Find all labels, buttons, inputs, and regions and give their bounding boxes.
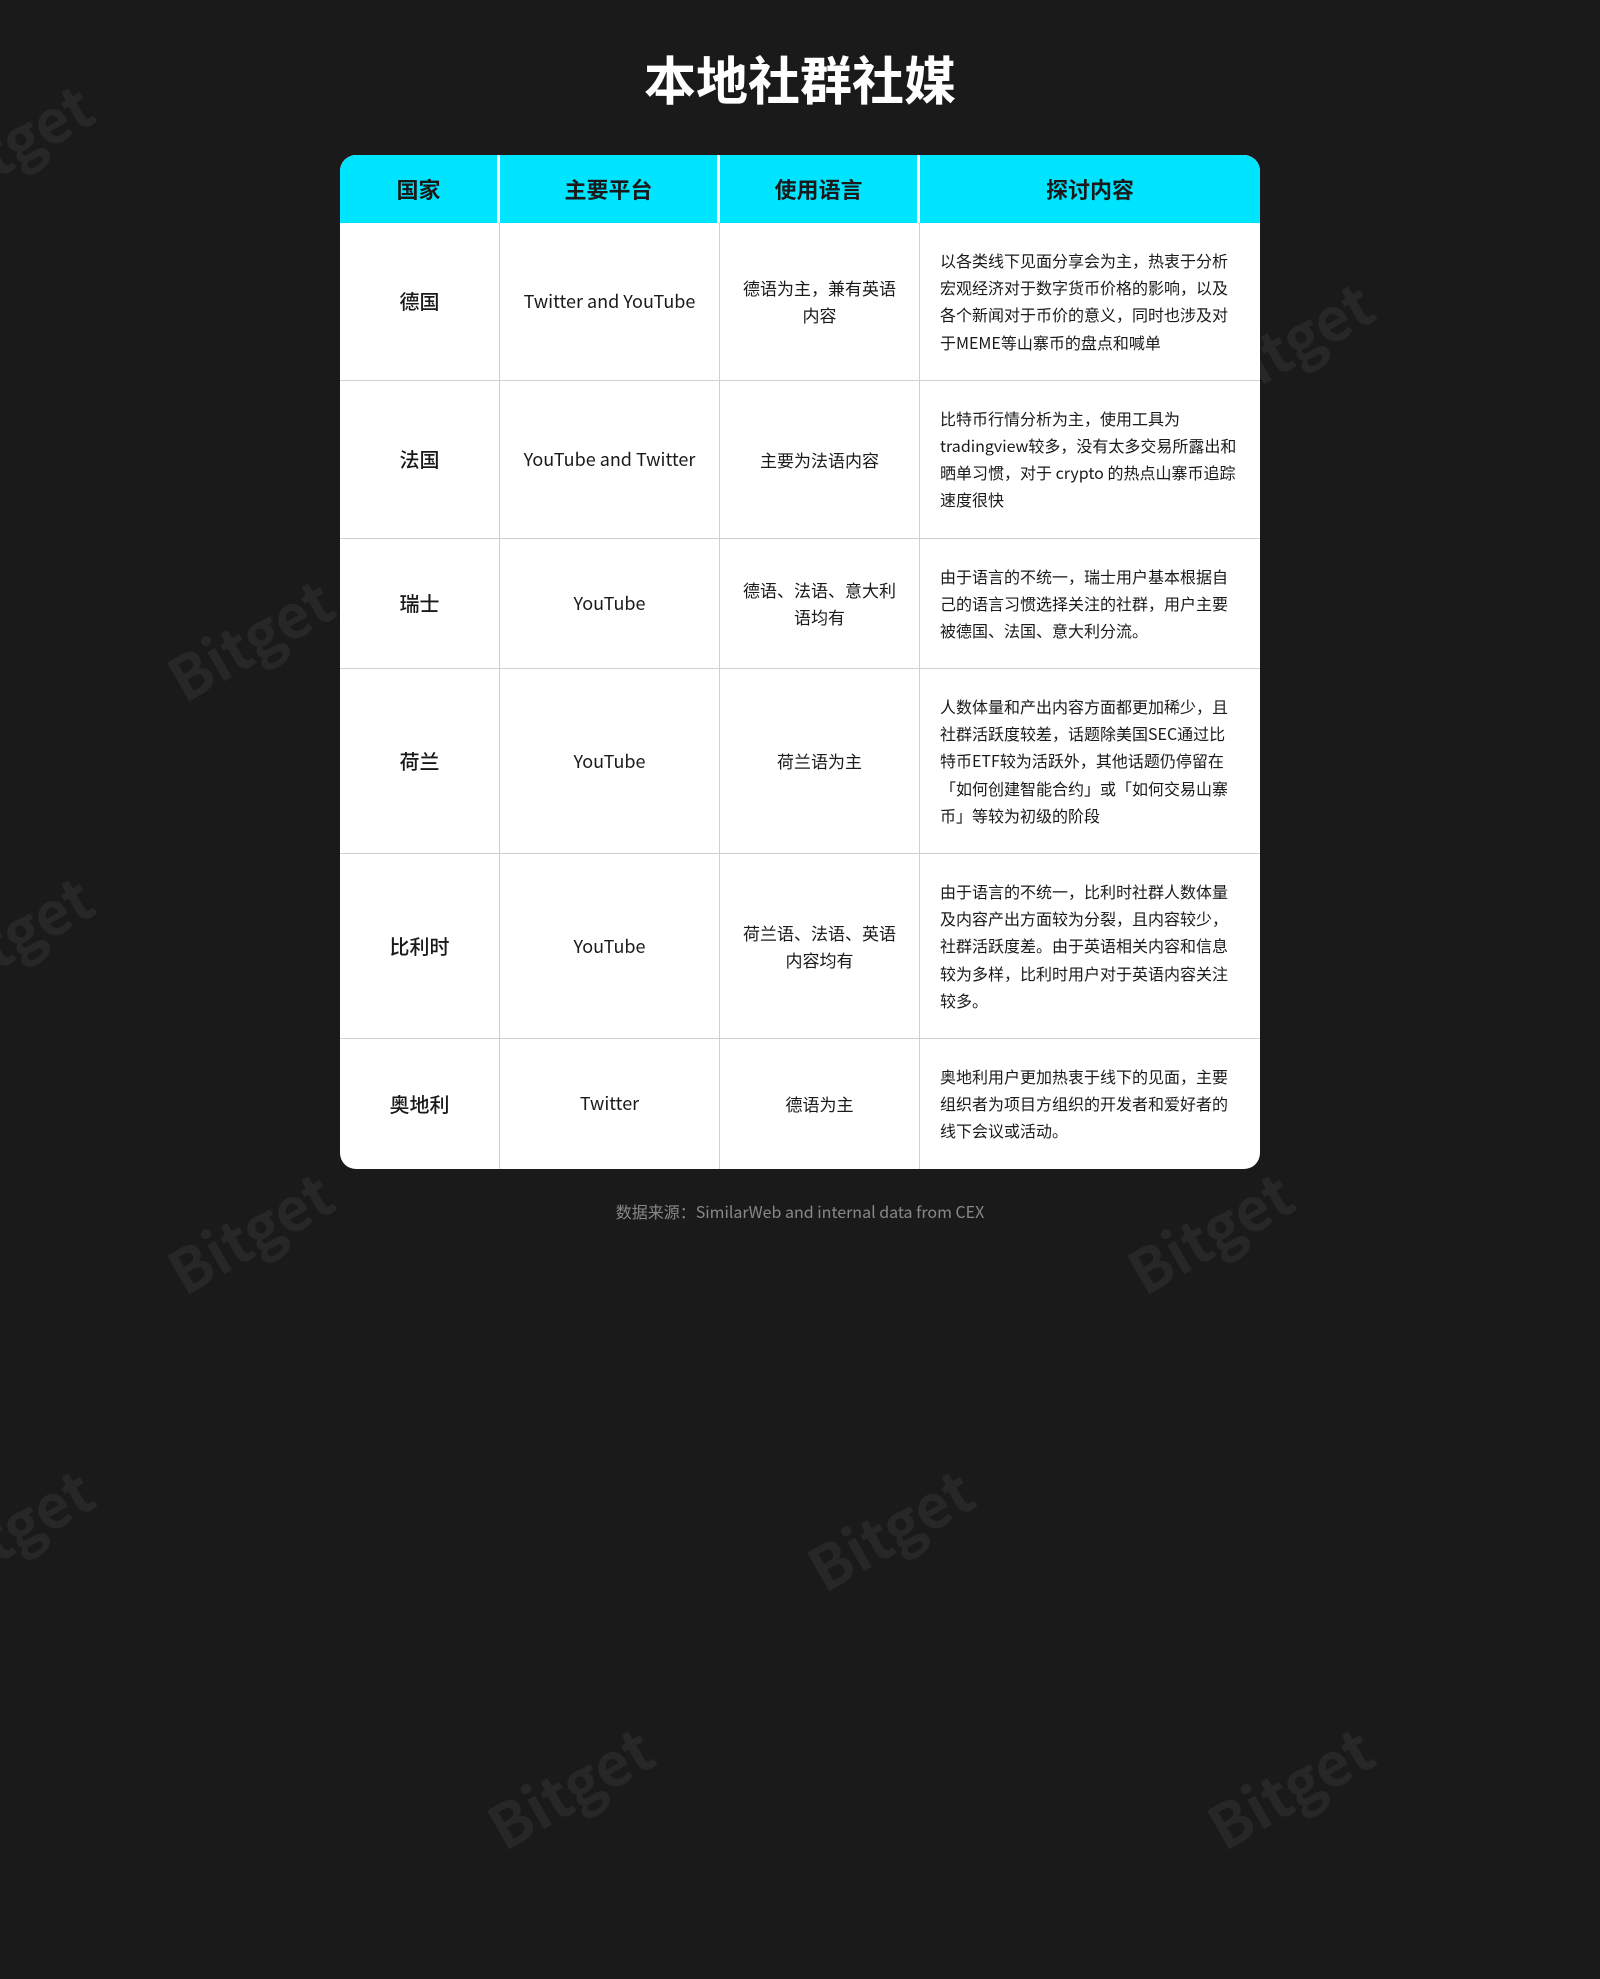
cell-country: 德国	[340, 223, 500, 380]
cell-platform: Twitter and YouTube	[500, 223, 720, 380]
cell-country: 瑞士	[340, 539, 500, 669]
cell-content: 以各类线下见面分享会为主，热衷于分析宏观经济对于数字货币价格的影响，以及各个新闻…	[920, 223, 1260, 380]
cell-language: 荷兰语、法语、英语内容均有	[720, 854, 920, 1038]
cell-language: 德语为主	[720, 1039, 920, 1169]
cell-country: 比利时	[340, 854, 500, 1038]
table-row: 瑞士YouTube德语、法语、意大利语均有由于语言的不统一，瑞士用户基本根据自己…	[340, 539, 1260, 670]
header-language: 使用语言	[720, 155, 920, 223]
cell-platform: YouTube	[500, 669, 720, 853]
cell-language: 主要为法语内容	[720, 381, 920, 538]
cell-platform: YouTube and Twitter	[500, 381, 720, 538]
table-row: 法国YouTube and Twitter主要为法语内容比特币行情分析为主，使用…	[340, 381, 1260, 539]
table-row: 比利时YouTube荷兰语、法语、英语内容均有由于语言的不统一，比利时社群人数体…	[340, 854, 1260, 1039]
table-row: 荷兰YouTube荷兰语为主人数体量和产出内容方面都更加稀少，且社群活跃度较差，…	[340, 669, 1260, 854]
cell-content: 由于语言的不统一，瑞士用户基本根据自己的语言习惯选择关注的社群，用户主要被德国、…	[920, 539, 1260, 669]
cell-content: 比特币行情分析为主，使用工具为tradingview较多，没有太多交易所露出和晒…	[920, 381, 1260, 538]
header-content: 探讨内容	[920, 155, 1260, 223]
cell-content: 由于语言的不统一，比利时社群人数体量及内容产出方面较为分裂，且内容较少，社群活跃…	[920, 854, 1260, 1038]
header-platform: 主要平台	[500, 155, 720, 223]
page-title: 本地社群社媒	[340, 40, 1260, 115]
cell-language: 德语、法语、意大利语均有	[720, 539, 920, 669]
cell-platform: YouTube	[500, 854, 720, 1038]
cell-country: 荷兰	[340, 669, 500, 853]
cell-platform: YouTube	[500, 539, 720, 669]
header-country: 国家	[340, 155, 500, 223]
cell-country: 法国	[340, 381, 500, 538]
table-body: 德国Twitter and YouTube德语为主，兼有英语内容以各类线下见面分…	[340, 223, 1260, 1169]
cell-content: 奥地利用户更加热衷于线下的见面，主要组织者为项目方组织的开发者和爱好者的线下会议…	[920, 1039, 1260, 1169]
cell-platform: Twitter	[500, 1039, 720, 1169]
footer-note: 数据来源：SimilarWeb and internal data from C…	[340, 1189, 1260, 1233]
cell-language: 荷兰语为主	[720, 669, 920, 853]
main-table: 国家 主要平台 使用语言 探讨内容 德国Twitter and YouTube德…	[340, 155, 1260, 1169]
cell-country: 奥地利	[340, 1039, 500, 1169]
cell-content: 人数体量和产出内容方面都更加稀少，且社群活跃度较差，话题除美国SEC通过比特币E…	[920, 669, 1260, 853]
cell-language: 德语为主，兼有英语内容	[720, 223, 920, 380]
table-row: 奥地利Twitter德语为主奥地利用户更加热衷于线下的见面，主要组织者为项目方组…	[340, 1039, 1260, 1169]
table-row: 德国Twitter and YouTube德语为主，兼有英语内容以各类线下见面分…	[340, 223, 1260, 381]
table-header: 国家 主要平台 使用语言 探讨内容	[340, 155, 1260, 223]
